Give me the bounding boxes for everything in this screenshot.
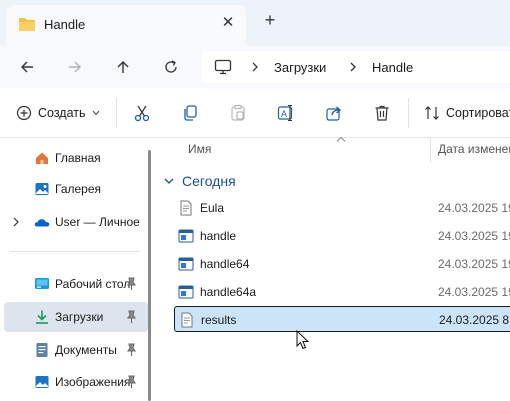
svg-text:A: A bbox=[281, 109, 287, 119]
file-name: handle bbox=[200, 229, 237, 243]
pin-icon[interactable] bbox=[125, 277, 137, 291]
pin-icon[interactable] bbox=[125, 375, 137, 389]
chevron-down-icon bbox=[164, 178, 174, 184]
navigation-bar: Загрузки Handle bbox=[0, 46, 510, 88]
command-bar: Создать A Сортирова bbox=[0, 88, 510, 138]
breadcrumb-handle[interactable]: Handle bbox=[372, 60, 413, 75]
new-button-label: Создать bbox=[38, 106, 86, 120]
paste-icon bbox=[231, 104, 245, 121]
sidebar-item-desktop[interactable]: Рабочий стол bbox=[4, 269, 148, 299]
arrow-right-icon bbox=[69, 61, 81, 73]
plus-circle-icon bbox=[16, 105, 32, 121]
gallery-icon bbox=[35, 183, 49, 195]
cut-icon bbox=[134, 105, 150, 122]
folder-icon bbox=[19, 18, 35, 31]
pin-icon[interactable] bbox=[125, 310, 137, 324]
sidebar-item-label: User — Личное bbox=[55, 215, 140, 229]
rename-icon: A bbox=[277, 104, 293, 122]
chevron-up-icon bbox=[336, 136, 346, 142]
sort-button-label: Сортировать bbox=[446, 106, 510, 120]
tab-strip: Handle ✕ + bbox=[0, 0, 510, 46]
arrow-up-icon bbox=[117, 61, 129, 73]
file-row[interactable]: handle 24.03.2025 19: bbox=[174, 223, 510, 249]
file-name: handle64a bbox=[200, 285, 257, 299]
toolbar-divider bbox=[408, 98, 409, 128]
new-tab-icon[interactable]: + bbox=[262, 11, 278, 29]
sidebar-item-pictures[interactable]: Изображения bbox=[4, 367, 148, 397]
sidebar-item-downloads[interactable]: Загрузки bbox=[4, 302, 148, 332]
desktop-icon bbox=[35, 278, 49, 289]
delete-button[interactable] bbox=[371, 102, 393, 124]
share-button[interactable] bbox=[323, 102, 345, 124]
file-list: Имя Дата изменения Сегодня Eula 24.03.20… bbox=[156, 136, 510, 401]
documents-icon bbox=[36, 343, 48, 357]
up-button[interactable] bbox=[110, 54, 136, 80]
onedrive-icon bbox=[34, 219, 50, 227]
arrow-left-icon bbox=[21, 61, 33, 73]
executable-icon bbox=[178, 285, 194, 299]
paste-button[interactable] bbox=[227, 102, 249, 124]
group-header-today[interactable]: Сегодня bbox=[164, 171, 236, 191]
chevron-right-icon[interactable] bbox=[12, 216, 20, 228]
delete-icon bbox=[375, 105, 389, 121]
sidebar-item-home[interactable]: Главная bbox=[4, 143, 148, 173]
file-date: 24.03.2025 19: bbox=[438, 201, 510, 215]
pictures-icon bbox=[35, 376, 49, 388]
cut-button[interactable] bbox=[131, 102, 153, 124]
forward-button[interactable] bbox=[62, 54, 88, 80]
close-icon[interactable]: ✕ bbox=[220, 15, 236, 31]
file-name: results bbox=[201, 313, 237, 327]
file-date: 24.03.2025 19: bbox=[438, 285, 510, 299]
file-name: Eula bbox=[200, 201, 225, 215]
home-icon bbox=[36, 152, 48, 164]
refresh-icon bbox=[165, 60, 177, 73]
file-date: 24.03.2025 19: bbox=[438, 257, 510, 271]
file-name: handle64 bbox=[200, 257, 250, 271]
file-row[interactable]: handle64 24.03.2025 19: bbox=[174, 251, 510, 277]
sort-icon bbox=[425, 106, 439, 120]
group-label: Сегодня bbox=[182, 173, 236, 189]
chevron-down-icon bbox=[92, 110, 99, 116]
sidebar-item-gallery[interactable]: Галерея bbox=[4, 174, 148, 204]
monitor-icon bbox=[214, 59, 232, 75]
back-button[interactable] bbox=[14, 54, 40, 80]
download-icon bbox=[36, 310, 48, 324]
sidebar-item-documents[interactable]: Документы bbox=[4, 335, 148, 365]
chevron-right-icon bbox=[350, 62, 356, 72]
text-file-icon bbox=[180, 200, 192, 216]
rename-button[interactable]: A bbox=[275, 102, 297, 124]
column-header-date[interactable]: Дата изменения bbox=[438, 138, 510, 162]
sort-button[interactable]: Сортировать bbox=[424, 102, 510, 124]
navigation-pane: Главная Галерея User — Личное Рабочий ст… bbox=[0, 138, 156, 401]
copy-button[interactable] bbox=[179, 102, 201, 124]
file-date: 24.03.2025 19: bbox=[438, 229, 510, 243]
pin-icon[interactable] bbox=[125, 343, 137, 357]
executable-icon bbox=[178, 257, 194, 271]
executable-icon bbox=[178, 229, 194, 243]
toolbar-divider bbox=[116, 98, 117, 128]
chevron-right-icon bbox=[252, 62, 258, 72]
mouse-cursor-icon bbox=[296, 330, 310, 350]
file-row[interactable]: Eula 24.03.2025 19: bbox=[174, 195, 510, 221]
refresh-button[interactable] bbox=[158, 54, 184, 80]
share-icon bbox=[326, 106, 341, 121]
tab-title: Handle bbox=[44, 17, 86, 32]
address-bar[interactable]: Загрузки Handle bbox=[202, 51, 510, 83]
sidebar-divider bbox=[10, 251, 140, 252]
file-date: 24.03.2025 8:5 bbox=[439, 313, 510, 327]
sidebar-item-label: Главная bbox=[55, 151, 101, 165]
file-row-selected[interactable]: results 24.03.2025 8:5 bbox=[174, 306, 510, 332]
text-file-icon bbox=[181, 312, 193, 328]
column-divider[interactable] bbox=[430, 138, 431, 162]
sidebar-scrollbar[interactable] bbox=[148, 150, 151, 401]
tab-handle[interactable]: Handle ✕ bbox=[6, 5, 246, 46]
new-button[interactable]: Создать bbox=[16, 102, 100, 124]
sidebar-item-onedrive[interactable]: User — Личное bbox=[4, 207, 148, 237]
copy-icon bbox=[184, 105, 197, 121]
file-row[interactable]: handle64a 24.03.2025 19: bbox=[174, 279, 510, 305]
breadcrumb-downloads[interactable]: Загрузки bbox=[274, 60, 326, 75]
column-header-name[interactable]: Имя bbox=[188, 138, 211, 162]
sidebar-item-label: Галерея bbox=[55, 182, 102, 196]
